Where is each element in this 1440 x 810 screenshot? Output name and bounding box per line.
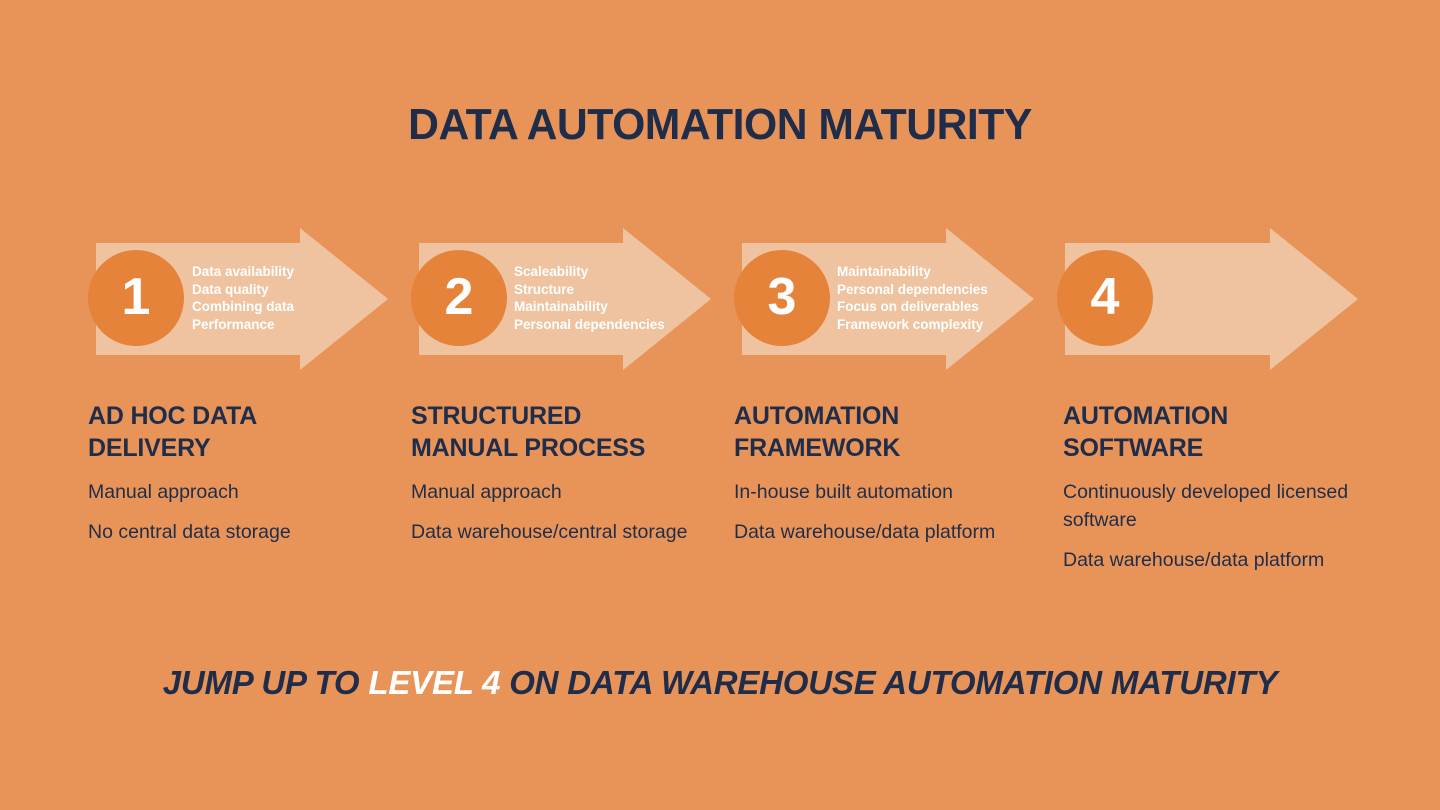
fact-item: Manual approach xyxy=(411,481,562,503)
heading-line-2: SOFTWARE xyxy=(1063,434,1204,462)
stage-challenges-2: Scaleability Structure Maintainability P… xyxy=(514,263,665,333)
fact-item: Data warehouse/central storage xyxy=(411,521,688,543)
fact-item: Data warehouse/data platform xyxy=(1063,549,1325,571)
stage-heading-3: AUTOMATION FRAMEWORK xyxy=(734,400,1009,464)
stage-heading-2: STRUCTURED MANUAL PROCESS xyxy=(411,400,711,464)
challenge-item: Maintainability xyxy=(514,299,608,315)
stage-heading-1: AD HOC DATA DELIVERY xyxy=(88,400,398,464)
challenge-item: Performance xyxy=(192,316,275,332)
stage-number-2: 2 xyxy=(444,267,474,326)
fact-item: Manual approach xyxy=(88,481,239,503)
challenge-item: Data quality xyxy=(192,281,269,297)
stage-column-3: AUTOMATION FRAMEWORK In-house built auto… xyxy=(734,400,1009,546)
tagline-highlight: LEVEL 4 xyxy=(368,664,501,701)
stage-challenges-1: Data availability Data quality Combining… xyxy=(192,263,294,333)
maturity-arrow-band: 1 Data availability Data quality Combini… xyxy=(0,226,1440,372)
fact-item: Data warehouse/data platform xyxy=(734,521,996,543)
slide-canvas: DATA AUTOMATION MATURITY 1 Data availabi… xyxy=(0,0,1440,810)
stage-circle-1: 1 xyxy=(88,250,184,346)
heading-line-1: AD HOC DATA xyxy=(88,402,258,430)
challenge-item: Personal dependencies xyxy=(514,316,665,332)
fact-item: No central data storage xyxy=(88,521,291,543)
heading-line-1: AUTOMATION xyxy=(1063,402,1229,430)
stage-number-3: 3 xyxy=(767,267,797,326)
stage-column-4: AUTOMATION SOFTWARE Continuously develop… xyxy=(1063,400,1363,574)
stage-column-1: AD HOC DATA DELIVERY Manual approach No … xyxy=(88,400,398,546)
challenge-item: Maintainability xyxy=(837,264,931,279)
challenge-item: Focus on deliverables xyxy=(837,299,979,315)
stage-facts-2: Manual approach Data warehouse/central s… xyxy=(411,478,711,546)
tagline-part-2: ON DATA WAREHOUSE AUTOMATION MATURITY xyxy=(500,664,1278,701)
stage-challenges-3: Maintainability Personal dependencies Fo… xyxy=(837,263,988,333)
challenge-item: Scaleability xyxy=(514,264,589,279)
page-title: DATA AUTOMATION MATURITY xyxy=(408,100,1032,149)
stage-column-2: STRUCTURED MANUAL PROCESS Manual approac… xyxy=(411,400,711,546)
stage-facts-3: In-house built automation Data warehouse… xyxy=(734,478,1009,546)
heading-line-2: DELIVERY xyxy=(88,434,211,462)
heading-line-2: FRAMEWORK xyxy=(734,434,901,462)
heading-line-1: AUTOMATION xyxy=(734,402,900,430)
tagline-part-1: JUMP UP TO xyxy=(162,664,369,701)
stage-facts-4: Continuously developed licensed software… xyxy=(1063,478,1363,574)
challenge-item: Framework complexity xyxy=(837,316,984,332)
heading-line-2: MANUAL PROCESS xyxy=(411,434,646,462)
challenge-item: Personal dependencies xyxy=(837,281,988,297)
challenge-item: Data availability xyxy=(192,264,295,279)
stage-circle-2: 2 xyxy=(411,250,507,346)
fact-item: In-house built automation xyxy=(734,481,953,503)
tagline: JUMP UP TO LEVEL 4 ON DATA WAREHOUSE AUT… xyxy=(0,664,1440,702)
fact-item: Continuously developed licensed software xyxy=(1063,481,1349,531)
stage-number-4: 4 xyxy=(1090,267,1120,326)
stage-circle-4: 4 xyxy=(1057,250,1153,346)
challenge-item: Combining data xyxy=(192,299,294,315)
stage-circle-3: 3 xyxy=(734,250,830,346)
stage-number-1: 1 xyxy=(121,267,151,326)
challenge-item: Structure xyxy=(514,281,575,297)
stage-heading-4: AUTOMATION SOFTWARE xyxy=(1063,400,1363,464)
stage-facts-1: Manual approach No central data storage xyxy=(88,478,398,546)
heading-line-1: STRUCTURED xyxy=(411,402,582,430)
